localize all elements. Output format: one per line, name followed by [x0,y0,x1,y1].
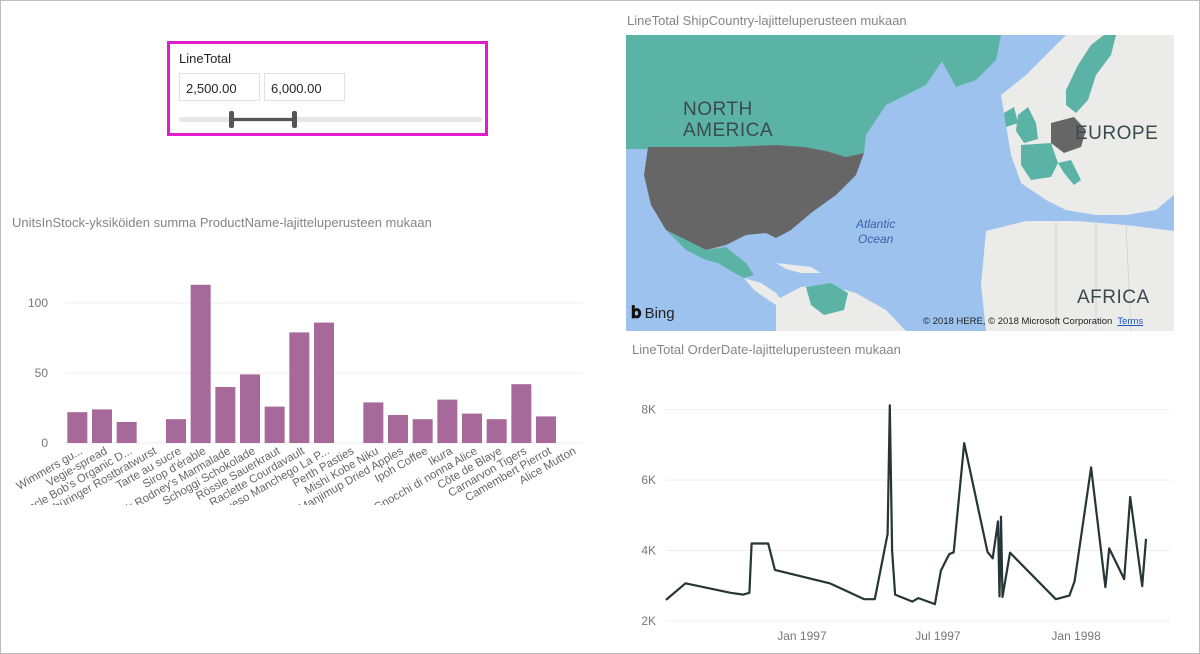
line-x-tick-label: Jul 1997 [915,629,961,643]
map-label-north-america-line1: NORTH [683,99,753,120]
africa-land [981,221,1174,331]
ocean-line1: Atlantic [856,217,896,231]
slider-selected-range [230,118,295,121]
bing-label: Bing [644,304,675,322]
bar[interactable] [462,413,482,443]
bar[interactable] [116,422,137,443]
canada-shape [626,35,956,157]
bar[interactable] [215,387,236,443]
bar[interactable] [388,415,408,443]
line-x-tick-label: Jan 1997 [777,629,827,643]
line-y-tick-label: 2K [641,614,656,628]
cuba-shape [776,263,821,273]
linetotal-range-slicer[interactable]: LineTotal 2,500.00 6,000.00 [167,41,488,136]
line-y-tick-label: 8K [641,403,656,417]
bar[interactable] [536,416,556,443]
bar[interactable] [363,402,384,443]
bar[interactable] [511,384,532,443]
line-x-tick-label: Jan 1998 [1051,629,1101,643]
map-copyright: © 2018 HERE, © 2018 Microsoft Corporatio… [923,316,1143,327]
terms-link[interactable]: Terms [1117,316,1143,327]
bing-logo: 𝐛 Bing [631,303,675,323]
map-label-north-america: NORTH AMERICA [683,99,773,141]
slicer-min-input[interactable]: 2,500.00 [179,73,260,101]
bar[interactable] [190,284,211,443]
bar[interactable] [289,332,310,443]
line-chart: 2K 4K 6K 8K Jan 1997 Jul 1997 Jan 1998 [641,403,1170,643]
map-label-africa: AFRICA [1077,287,1150,308]
bar[interactable] [92,409,112,443]
map-label-north-america-line2: AMERICA [683,120,774,141]
map-title: LineTotal ShipCountry-lajitteluperusteen… [627,13,907,28]
slicer-max-input[interactable]: 6,000.00 [264,73,345,101]
slider-min-handle[interactable] [228,111,234,128]
filled-map[interactable]: NORTH AMERICA EUROPE AFRICA Atlantic Ocean… [626,35,1174,331]
slider-track[interactable] [179,117,482,122]
slider-max-handle[interactable] [292,111,298,128]
slicer-title: LineTotal [179,51,232,66]
bar[interactable] [412,419,433,443]
copyright-text: © 2018 HERE, © 2018 Microsoft Corporatio… [923,316,1113,327]
bar-chart-title: UnitsInStock-yksiköiden summa ProductNam… [12,215,432,230]
bar-chart: 050100Wimmers gu...Vegie-spreadUncle Bob… [15,284,583,505]
bar[interactable] [437,399,458,443]
bar[interactable] [67,412,88,443]
bing-icon: 𝐛 [631,303,642,322]
line-y-tick-label: 6K [641,473,656,487]
bar[interactable] [486,419,507,443]
line-series[interactable] [665,404,1148,606]
bar[interactable] [166,419,186,443]
line-y-tick-label: 4K [641,544,656,558]
bar-y-tick-label: 100 [28,296,48,310]
map-label-atlantic-ocean: Atlantic Ocean [856,217,895,247]
bar[interactable] [240,374,260,443]
usa-shape [644,145,864,250]
bar-y-tick-label: 50 [35,366,49,380]
bar[interactable] [264,406,285,443]
line-chart-title: LineTotal OrderDate-lajitteluperusteen m… [632,342,901,357]
map-label-europe: EUROPE [1075,123,1159,144]
bar[interactable] [314,322,334,443]
ocean-line2: Ocean [858,232,894,246]
bar-y-tick-label: 0 [41,436,48,450]
